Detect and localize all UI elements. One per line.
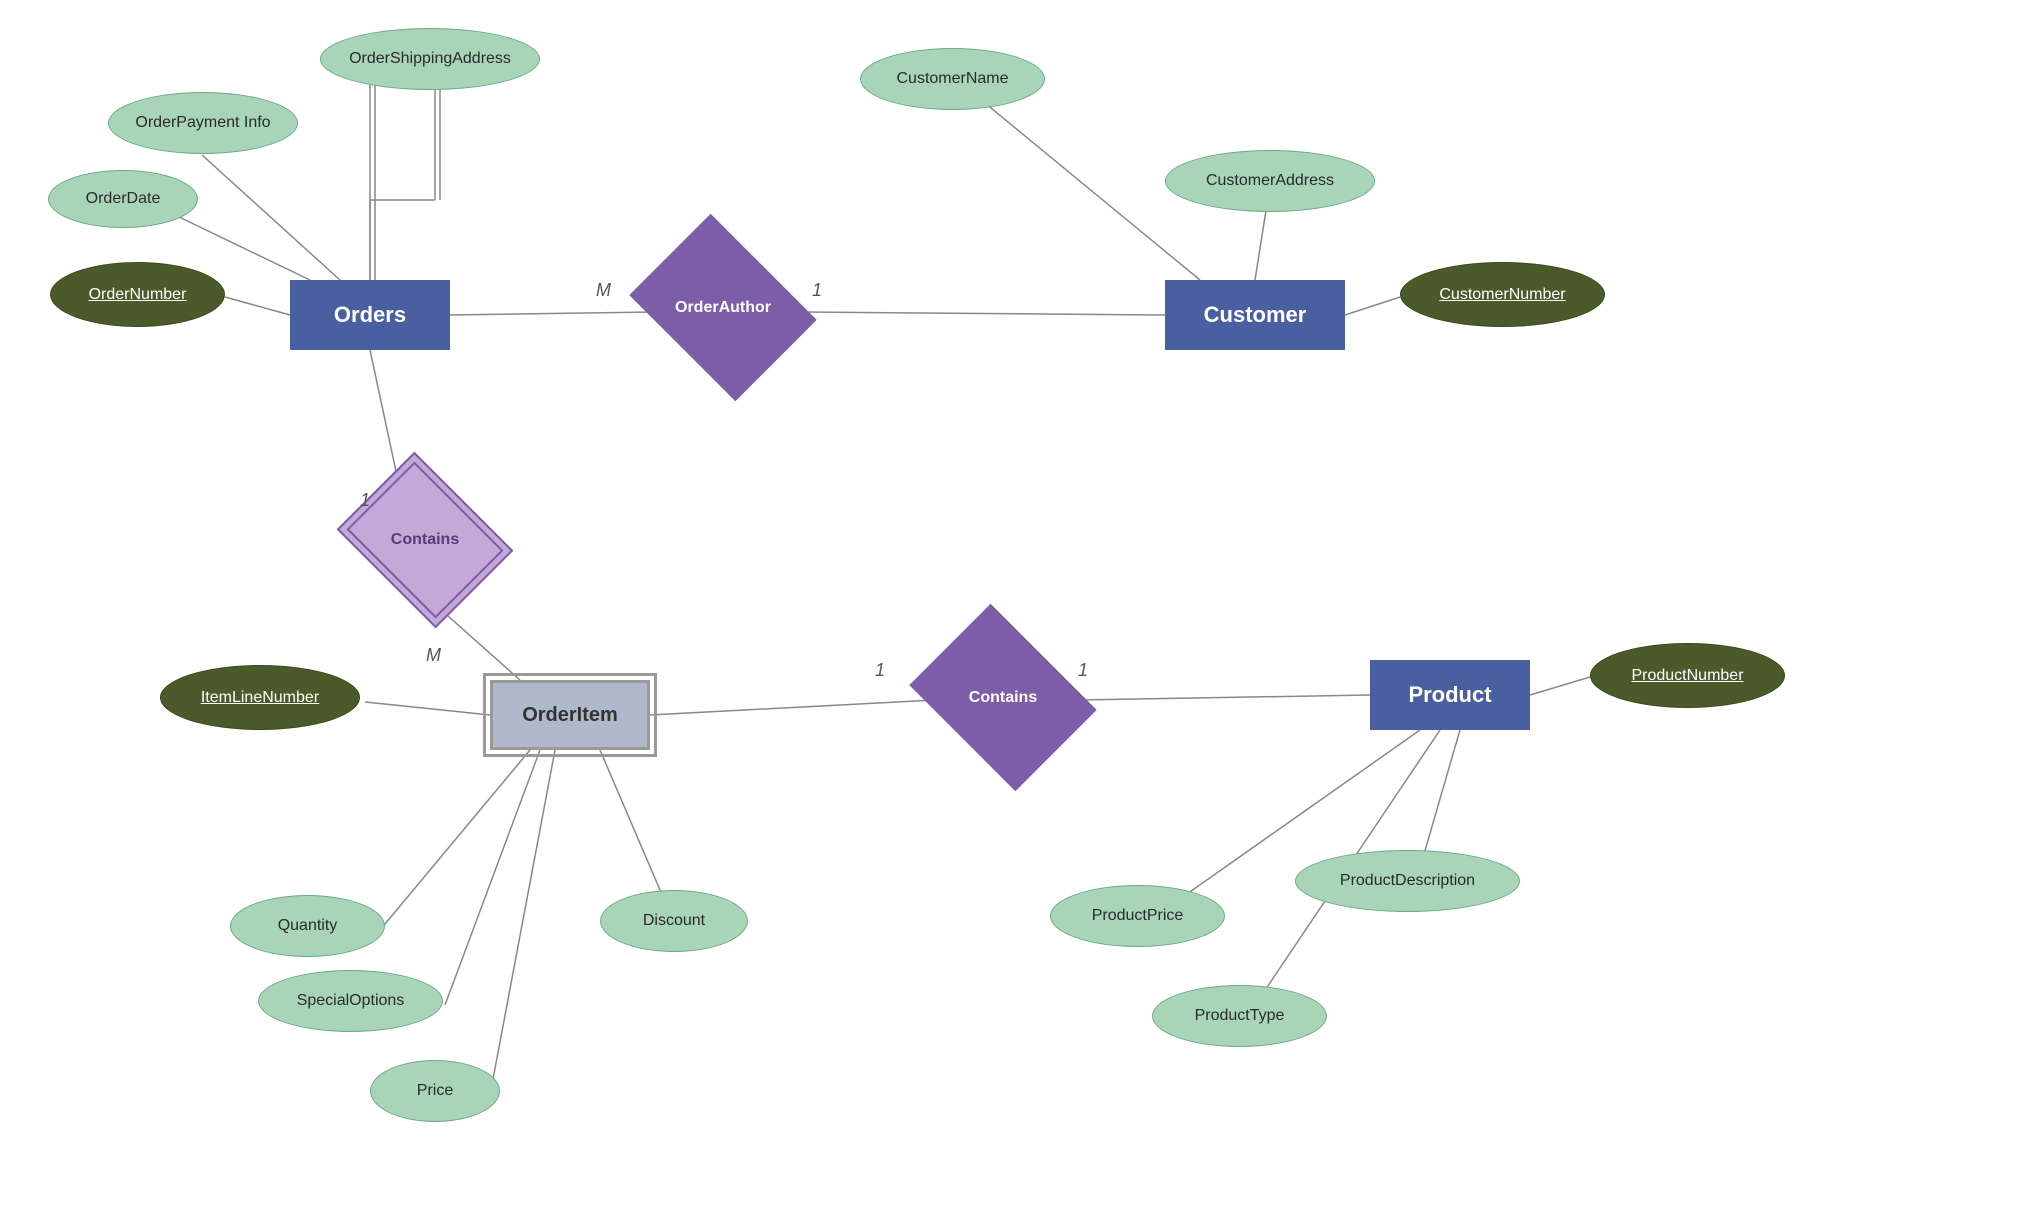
attr-productprice: ProductPrice [1050,885,1225,947]
attr-productnumber: ProductNumber [1590,643,1785,708]
cardinality-1b: 1 [360,490,370,511]
cardinality-1c: 1 [875,660,885,681]
relationship-contains1: Contains [355,485,495,595]
attr-orderdate: OrderDate [48,170,198,228]
attr-ordershipping: OrderShippingAddress [320,28,540,90]
entity-product: Product [1370,660,1530,730]
relationship-orderauthor: OrderAuthor [648,250,798,365]
attr-producttype: ProductType [1152,985,1327,1047]
attr-price: Price [370,1060,500,1122]
cardinality-1d: 1 [1078,660,1088,681]
attr-discount: Discount [600,890,748,952]
connection-lines [0,0,2036,1216]
cardinality-m2: M [426,645,441,666]
attr-specialoptions: SpecialOptions [258,970,443,1032]
entity-customer: Customer [1165,280,1345,350]
entity-orderitem: OrderItem [490,680,650,750]
attr-orderpayment: OrderPayment Info [108,92,298,154]
cardinality-1a: 1 [812,280,822,301]
attr-customernumber: CustomerNumber [1400,262,1605,327]
relationship-contains2: Contains [928,640,1078,755]
attr-itemlinenumber: ItemLineNumber [160,665,360,730]
attr-customeraddress: CustomerAddress [1165,150,1375,212]
attr-quantity: Quantity [230,895,385,957]
entity-orders: Orders [290,280,450,350]
attr-ordernumber: OrderNumber [50,262,225,327]
attr-productdescription: ProductDescription [1295,850,1520,912]
cardinality-m1: M [596,280,611,301]
attr-customername: CustomerName [860,48,1045,110]
er-diagram: Orders Customer OrderItem Product OrderA… [0,0,2036,1216]
